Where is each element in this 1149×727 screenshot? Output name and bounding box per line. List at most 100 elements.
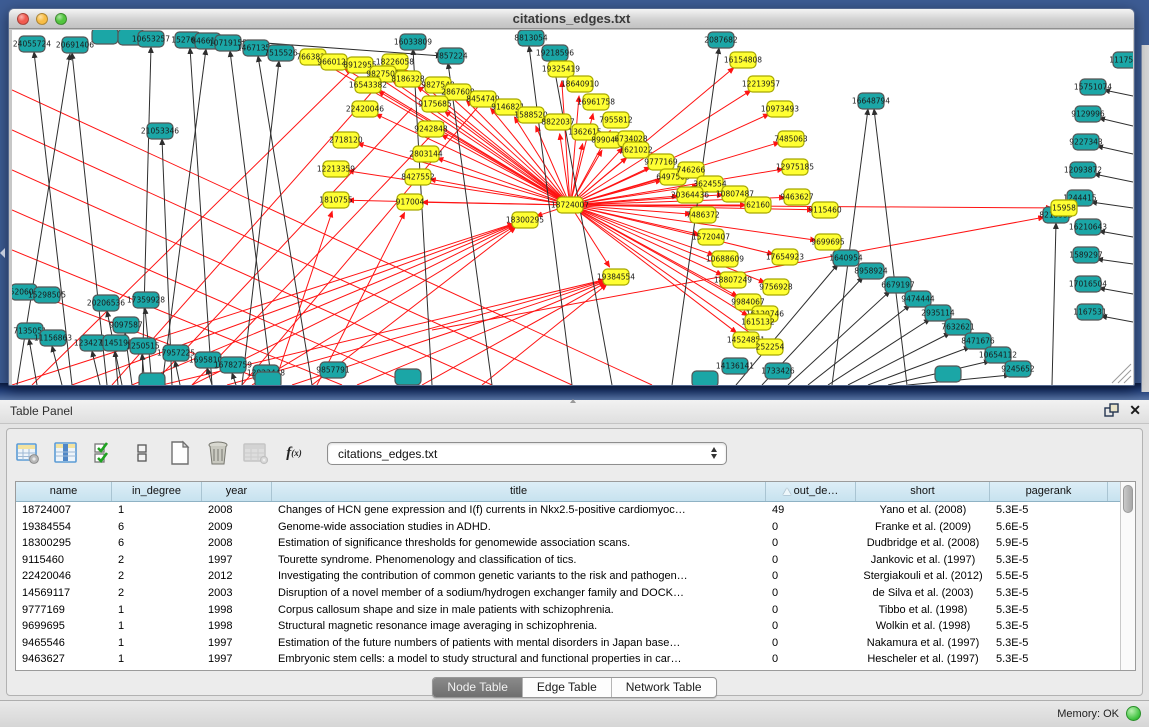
pane-mode-button[interactable] xyxy=(129,440,155,466)
graph-node-label: 7857224 xyxy=(434,52,468,61)
table-cell: 2012 xyxy=(202,568,272,585)
graph-node-label: 9756928 xyxy=(759,283,793,292)
table-scrollbar[interactable] xyxy=(1120,482,1135,670)
table-cell: 2008 xyxy=(202,535,272,552)
table-cell: Structural magnetic resonance image aver… xyxy=(272,618,766,635)
network-canvas[interactable]: 2405572420691406106532571527602846616010… xyxy=(12,30,1133,385)
dropdown-spinner-icon xyxy=(711,447,717,459)
memory-status-indicator[interactable] xyxy=(1126,706,1141,721)
table-cell: 5.3E-5 xyxy=(990,618,1108,635)
graph-node[interactable] xyxy=(92,30,118,44)
table-row[interactable]: 1830029562008Estimation of significance … xyxy=(16,535,1120,552)
table-row[interactable]: 1938455462009Genome-wide association stu… xyxy=(16,519,1120,536)
column-header-title[interactable]: title xyxy=(272,482,766,501)
table-select-dropdown[interactable]: citations_edges.txt xyxy=(327,442,727,465)
graph-node-label: 18300295 xyxy=(506,216,544,225)
delete-table-button[interactable] xyxy=(243,440,269,466)
table-cell: Investigating the contribution of common… xyxy=(272,568,766,585)
table-cell: 1 xyxy=(112,651,202,668)
tab-node-table[interactable]: Node Table xyxy=(433,678,523,697)
table-cell: 2 xyxy=(112,585,202,602)
column-header-year[interactable]: year xyxy=(202,482,272,501)
graph-node-label: 9699695 xyxy=(811,238,845,247)
table-cell: Changes of HCN gene expression and I(f) … xyxy=(272,502,766,519)
graph-node-label: 15958 xyxy=(1052,204,1076,213)
graph-node-label: 1117541 xyxy=(1109,56,1133,65)
graph-node[interactable] xyxy=(139,373,165,385)
table-cell: Tibbo et al. (1998) xyxy=(856,602,990,619)
table-cell: 2 xyxy=(112,568,202,585)
select-rows-button[interactable] xyxy=(91,440,117,466)
network-view-window[interactable]: citations_edges.txt 24055724206914061065… xyxy=(8,8,1135,386)
delete-columns-button[interactable] xyxy=(205,440,231,466)
table-cell: 9465546 xyxy=(16,635,112,652)
float-panel-icon[interactable] xyxy=(1104,403,1119,417)
tab-network-table[interactable]: Network Table xyxy=(612,678,716,697)
tab-edge-table[interactable]: Edge Table xyxy=(523,678,612,697)
graph-node-label: 9474444 xyxy=(901,295,935,304)
graph-node-label: 9227343 xyxy=(1069,138,1103,147)
graph-node-label: 12213359 xyxy=(317,165,355,174)
table-row[interactable]: 911546021997Tourette syndrome. Phenomeno… xyxy=(16,552,1120,569)
table-cell: 0 xyxy=(766,535,856,552)
graph-node-label: 20691406 xyxy=(56,41,94,50)
network-graph[interactable]: 2405572420691406106532571527602846616010… xyxy=(12,30,1133,385)
zoom-traffic-button[interactable] xyxy=(55,13,67,25)
table-row[interactable]: 2242004622012Investigating the contribut… xyxy=(16,568,1120,585)
left-splitter-collapse-arrow[interactable] xyxy=(0,248,5,258)
column-header-out_de[interactable]: out_de… xyxy=(766,482,856,501)
graph-node-label: 10973493 xyxy=(761,105,799,114)
graph-node[interactable] xyxy=(692,371,718,385)
table-scrollbar-thumb[interactable] xyxy=(1123,485,1133,513)
table-cell: Hescheler et al. (1997) xyxy=(856,651,990,668)
function-builder-button[interactable]: f(x) xyxy=(281,440,307,466)
table-row[interactable]: 1872400712008Changes of HCN gene express… xyxy=(16,502,1120,519)
column-header-in_degree[interactable]: in_degree xyxy=(112,482,202,501)
graph-node-label: 10654112 xyxy=(979,351,1017,360)
window-titlebar[interactable]: citations_edges.txt xyxy=(9,9,1134,29)
table-cell: 0 xyxy=(766,602,856,619)
graph-node-label: 9175685 xyxy=(418,100,452,109)
graph-node-label: 7485063 xyxy=(774,135,808,144)
table-cell: 1 xyxy=(112,618,202,635)
table-cell: Embryonic stem cells: a model to study s… xyxy=(272,651,766,668)
column-header-name[interactable]: name xyxy=(16,482,112,501)
application-desktop: citations_edges.txt 24055724206914061065… xyxy=(0,0,1149,400)
minimize-traffic-button[interactable] xyxy=(36,13,48,25)
window-title: citations_edges.txt xyxy=(9,9,1134,29)
table-panel-header[interactable]: Table Panel ✕ xyxy=(0,400,1149,424)
node-table: namein_degreeyeartitleout_de…shortpagera… xyxy=(15,481,1136,671)
graph-node-label: 16210643 xyxy=(1069,223,1107,232)
table-cell: Estimation of significance thresholds fo… xyxy=(272,535,766,552)
graph-node[interactable] xyxy=(935,366,961,382)
show-columns-button[interactable] xyxy=(53,440,79,466)
panel-divider-grip[interactable] xyxy=(568,399,578,404)
graph-node-label: 16648794 xyxy=(852,97,890,106)
table-row[interactable]: 946362711997Embryonic stem cells: a mode… xyxy=(16,651,1120,668)
graph-node-label: 20206536 xyxy=(87,299,125,308)
graph-node-label: 12213957 xyxy=(742,80,780,89)
table-cell: 22420046 xyxy=(16,568,112,585)
graph-node-label: 7632621 xyxy=(941,323,975,332)
graph-node-label: 8186328 xyxy=(391,75,425,84)
create-column-button[interactable] xyxy=(167,440,193,466)
close-traffic-button[interactable] xyxy=(17,13,29,25)
table-panel: Table Panel ✕ xyxy=(0,400,1149,700)
table-cell: Disruption of a novel member of a sodium… xyxy=(272,585,766,602)
table-options-button[interactable] xyxy=(15,440,41,466)
table-row[interactable]: 946554611997Estimation of the future num… xyxy=(16,635,1120,652)
close-panel-icon[interactable]: ✕ xyxy=(1129,403,1141,417)
table-row[interactable]: 977716911998Corpus callosum shape and si… xyxy=(16,602,1120,619)
graph-node[interactable] xyxy=(255,372,281,385)
column-header-pagerank[interactable]: pagerank xyxy=(990,482,1108,501)
table-panel-title: Table Panel xyxy=(10,404,73,418)
table-cell: 9463627 xyxy=(16,651,112,668)
table-row[interactable]: 1456911722003Disruption of a novel membe… xyxy=(16,585,1120,602)
table-row[interactable]: 969969511998Structural magnetic resonanc… xyxy=(16,618,1120,635)
graph-node[interactable] xyxy=(395,369,421,385)
graph-node-label: 15298505 xyxy=(28,291,66,300)
column-header-short[interactable]: short xyxy=(856,482,990,501)
table-cell: 5.3E-5 xyxy=(990,651,1108,668)
table-cell: 1 xyxy=(112,602,202,619)
table-cell: 1997 xyxy=(202,552,272,569)
